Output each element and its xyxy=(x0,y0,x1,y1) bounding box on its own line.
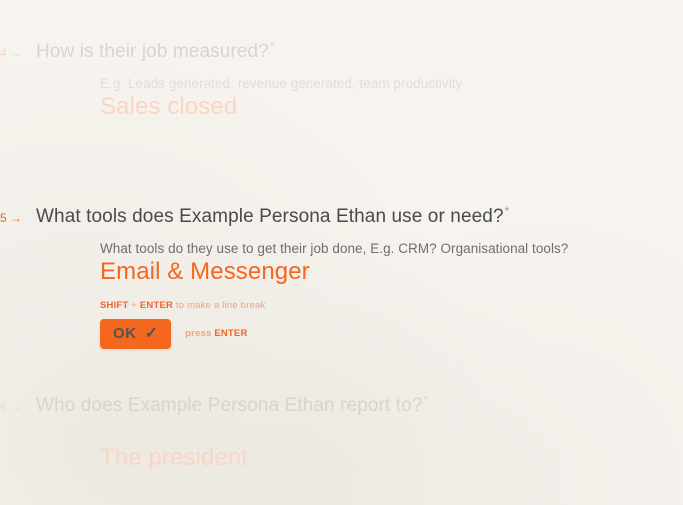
question-description-4: E.g. Leads generated, revenue generated,… xyxy=(100,75,463,91)
question-header-6: 6 → Who does Example Persona Ethan repor… xyxy=(0,394,683,418)
ok-button[interactable]: OK ✓ xyxy=(100,318,172,349)
question-index-6: 6 xyxy=(0,400,7,414)
question-number-5: 5 → xyxy=(0,205,36,225)
submit-row: OK ✓ press ENTER xyxy=(100,318,683,349)
question-block-5[interactable]: 5 → What tools does Example Persona Etha… xyxy=(0,205,683,349)
question-block-6[interactable]: 6 → Who does Example Persona Ethan repor… xyxy=(0,394,683,473)
press-enter-key: ENTER xyxy=(214,328,248,340)
check-icon: ✓ xyxy=(144,324,159,342)
press-prefix: press xyxy=(185,328,215,340)
hint-suffix: to make a line break xyxy=(173,299,266,311)
question-answer-4[interactable]: Sales closed xyxy=(100,93,683,122)
press-enter-hint: press ENTER xyxy=(185,328,247,339)
shift-key-label: SHIFT xyxy=(100,299,129,311)
question-index-5: 5 xyxy=(0,211,7,225)
enter-key-label: ENTER xyxy=(139,299,174,311)
question-answer-6[interactable]: The president xyxy=(100,444,683,473)
question-number-4: 4 → xyxy=(0,40,36,60)
hint-plus: + xyxy=(128,299,140,311)
required-asterisk: * xyxy=(504,203,510,218)
arrow-icon: → xyxy=(9,46,23,60)
question-block-4[interactable]: 4 → How is their job measured?* E.g. Lea… xyxy=(0,40,683,122)
arrow-icon: → xyxy=(9,211,23,225)
ok-button-label: OK xyxy=(113,325,137,343)
question-index-4: 4 xyxy=(0,46,7,60)
required-asterisk: * xyxy=(269,38,275,53)
question-number-6: 6 → xyxy=(0,394,36,414)
question-title-5: What tools does Example Persona Ethan us… xyxy=(36,203,510,227)
line-break-hint: SHIFT + ENTER to make a line break xyxy=(100,300,683,311)
required-asterisk: * xyxy=(423,392,429,407)
question-header-4: 4 → How is their job measured?* xyxy=(0,40,683,64)
arrow-icon: → xyxy=(9,400,23,414)
answer-input-5[interactable]: Email & Messenger xyxy=(100,258,683,287)
survey-form: 4 → How is their job measured?* E.g. Lea… xyxy=(0,0,683,505)
question-title-4: How is their job measured?* xyxy=(36,38,275,62)
question-header-5: 5 → What tools does Example Persona Etha… xyxy=(0,205,683,229)
question-title-6: Who does Example Persona Ethan report to… xyxy=(36,392,429,416)
question-description-5: What tools do they use to get their job … xyxy=(100,240,569,256)
